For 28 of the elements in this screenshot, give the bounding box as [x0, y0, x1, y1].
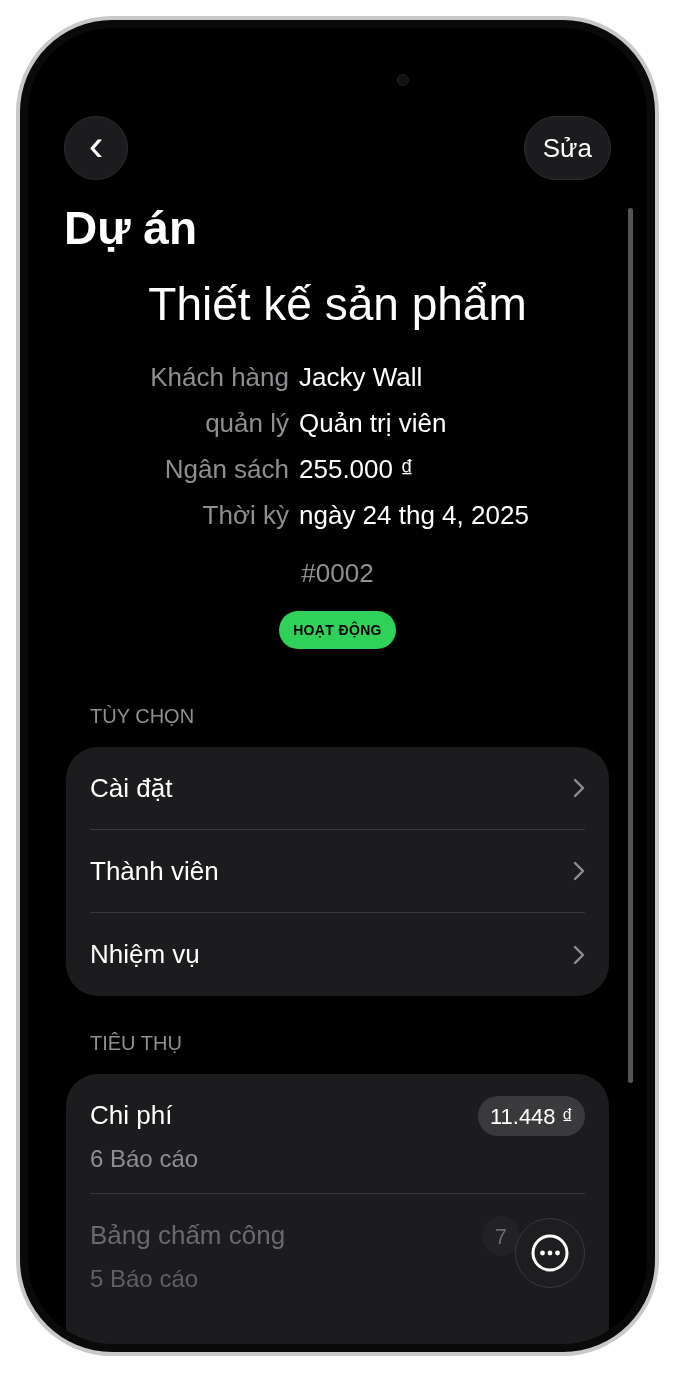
detail-label: Ngân sách: [163, 452, 289, 486]
option-row[interactable]: Nhiệm vụ: [90, 913, 585, 996]
status-badge: HOẠT ĐỘNG: [279, 611, 396, 649]
chevron-right-icon: [573, 944, 585, 965]
section-header: TÙY CHỌN: [89, 704, 196, 729]
more-icon: [530, 1233, 570, 1273]
back-button[interactable]: ‹: [64, 116, 128, 180]
edit-button[interactable]: Sửa: [523, 116, 611, 180]
page-title: Dự án: [64, 201, 198, 256]
detail-value: Jacky Wall: [299, 360, 423, 394]
detail-label: quản lý: [204, 406, 289, 440]
section-header: TIÊU THỤ: [89, 1031, 183, 1056]
option-row[interactable]: Thành viên: [90, 830, 585, 913]
detail-value: Quản trị viên: [299, 406, 447, 440]
detail-label: Khách hàng: [149, 360, 289, 394]
option-row[interactable]: Cài đặt: [90, 747, 585, 830]
detail-label: Thời kỳ: [201, 498, 289, 532]
chevron-right-icon: [573, 778, 585, 798]
project-number: #0002: [300, 557, 375, 590]
row-subtitle: 6 Báo cáo: [90, 1144, 199, 1174]
project-name: Thiết kế sản phẩm: [147, 277, 528, 332]
row-subtitle: 5 Báo cáo: [90, 1264, 200, 1294]
detail-value: 255.000 ₫: [299, 452, 414, 486]
chevron-right-icon: [573, 861, 585, 881]
amount-badge: 7: [482, 1216, 519, 1256]
amount-badge: 11.448 ₫: [477, 1096, 585, 1136]
row-title[interactable]: Chi phí: [90, 1096, 199, 1135]
detail-value: ngày 24 thg 4, 2025: [299, 498, 529, 532]
